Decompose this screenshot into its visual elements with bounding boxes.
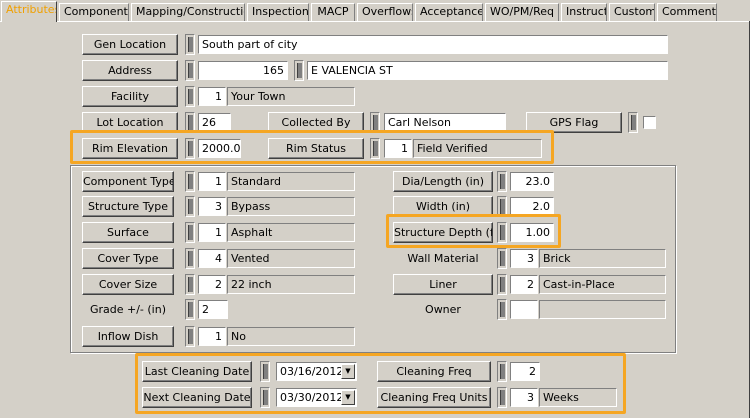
gps-flag-checkbox[interactable] <box>643 116 656 129</box>
last-cleaning-date-picker[interactable]: 03/16/2012 ▼ <box>276 362 357 381</box>
liner-button[interactable]: Liner <box>393 274 493 295</box>
tab-inspections[interactable]: Inspections <box>247 3 309 21</box>
cover-size-value: 22 inch <box>227 275 355 294</box>
facility-button[interactable]: Facility <box>82 86 178 107</box>
owner-code-field[interactable] <box>510 300 538 319</box>
cleaning-freq-indicator[interactable] <box>497 361 507 382</box>
inflow-dish-code-field[interactable]: 1 <box>198 327 226 346</box>
tab-macp[interactable]: MACP <box>311 3 355 21</box>
dia-length-field[interactable]: 23.0 <box>510 172 554 191</box>
surface-code-field[interactable]: 1 <box>198 223 226 242</box>
tab-wo-pm-req[interactable]: WO/PM/Req <box>485 3 559 21</box>
cleaning-freq-units-code-field[interactable]: 3 <box>510 388 538 407</box>
gen-location-field[interactable]: South part of city <box>198 35 668 54</box>
owner-value <box>539 300 666 319</box>
component-type-value: Standard <box>227 172 355 191</box>
cover-size-button[interactable]: Cover Size <box>82 274 174 295</box>
tab-mapping-construction[interactable]: Mapping/Construction <box>131 3 245 21</box>
next-cleaning-date-indicator[interactable] <box>260 387 270 408</box>
structure-type-button[interactable]: Structure Type <box>82 196 174 217</box>
address-button[interactable]: Address <box>82 60 178 81</box>
component-type-button[interactable]: Component Type <box>82 171 174 192</box>
owner-label: Owner <box>425 303 461 316</box>
address-street-field[interactable]: E VALENCIA ST <box>307 61 668 80</box>
component-type-indicator[interactable] <box>185 171 195 192</box>
next-cleaning-date-button[interactable]: Next Cleaning Date <box>142 387 252 408</box>
rim-highlight <box>70 130 554 164</box>
cleaning-freq-units-indicator[interactable] <box>497 387 507 408</box>
facility-code-field[interactable]: 1 <box>198 87 226 106</box>
dia-length-indicator[interactable] <box>497 171 507 192</box>
next-cleaning-date-value: 03/30/2012 <box>280 391 344 404</box>
inflow-dish-indicator[interactable] <box>185 326 195 347</box>
tab-bar: Attributes Components Mapping/Constructi… <box>0 0 750 22</box>
structure-type-value: Bypass <box>227 197 355 216</box>
structure-type-code-field[interactable]: 3 <box>198 197 226 216</box>
last-cleaning-date-button[interactable]: Last Cleaning Date <box>142 361 252 382</box>
owner-indicator[interactable] <box>497 299 507 320</box>
cover-type-value: Vented <box>227 249 355 268</box>
dia-length-button[interactable]: Dia/Length (in) <box>393 171 493 192</box>
wall-material-value: Brick <box>539 249 666 268</box>
tab-custom[interactable]: Custom <box>609 3 655 21</box>
cover-size-indicator[interactable] <box>185 274 195 295</box>
liner-indicator[interactable] <box>497 274 507 295</box>
cleaning-freq-field[interactable]: 2 <box>510 362 540 381</box>
street-indicator[interactable] <box>294 60 304 81</box>
grade-field[interactable]: 2 <box>198 300 228 319</box>
tab-components[interactable]: Components <box>59 3 129 21</box>
cover-type-button[interactable]: Cover Type <box>82 248 174 269</box>
cleaning-freq-units-value: Weeks <box>539 388 617 407</box>
gen-location-indicator[interactable] <box>185 34 195 55</box>
cleaning-freq-button[interactable]: Cleaning Freq <box>377 361 491 382</box>
last-cleaning-date-indicator[interactable] <box>260 361 270 382</box>
grade-indicator[interactable] <box>185 299 195 320</box>
last-cleaning-date-value: 03/16/2012 <box>280 365 344 378</box>
surface-button[interactable]: Surface <box>82 222 174 243</box>
inflow-dish-value: No <box>227 327 355 346</box>
tab-attributes[interactable]: Attributes <box>1 1 57 22</box>
tab-overflows[interactable]: Overflows <box>357 3 413 21</box>
cover-size-code-field[interactable]: 2 <box>198 275 226 294</box>
wall-material-indicator[interactable] <box>497 248 507 269</box>
tab-comments[interactable]: Comments <box>657 3 717 21</box>
cleaning-freq-units-button[interactable]: Cleaning Freq Units <box>377 387 491 408</box>
wall-material-label: Wall Material <box>407 252 479 265</box>
address-indicator[interactable] <box>185 60 195 81</box>
gen-location-button[interactable]: Gen Location <box>82 34 178 55</box>
component-type-code-field[interactable]: 1 <box>198 172 226 191</box>
cover-type-indicator[interactable] <box>185 248 195 269</box>
chevron-down-icon[interactable]: ▼ <box>341 390 355 405</box>
next-cleaning-date-picker[interactable]: 03/30/2012 ▼ <box>276 388 357 407</box>
liner-code-field[interactable]: 2 <box>510 275 538 294</box>
tab-instruct[interactable]: Instruct <box>561 3 607 21</box>
address-number-field[interactable]: 165 <box>198 61 288 80</box>
chevron-down-icon[interactable]: ▼ <box>341 364 355 379</box>
liner-value: Cast-in-Place <box>539 275 666 294</box>
structure-type-indicator[interactable] <box>185 196 195 217</box>
structure-depth-highlight <box>386 214 561 248</box>
surface-value: Asphalt <box>227 223 355 242</box>
gps-flag-indicator[interactable] <box>628 112 638 133</box>
wall-material-code-field[interactable]: 3 <box>510 249 538 268</box>
surface-indicator[interactable] <box>185 222 195 243</box>
facility-value: Your Town <box>227 87 355 106</box>
tab-acceptance[interactable]: Acceptance <box>415 3 483 21</box>
cover-type-code-field[interactable]: 4 <box>198 249 226 268</box>
facility-indicator[interactable] <box>185 86 195 107</box>
grade-label: Grade +/- (in) <box>89 303 167 316</box>
inflow-dish-button[interactable]: Inflow Dish <box>82 326 174 347</box>
